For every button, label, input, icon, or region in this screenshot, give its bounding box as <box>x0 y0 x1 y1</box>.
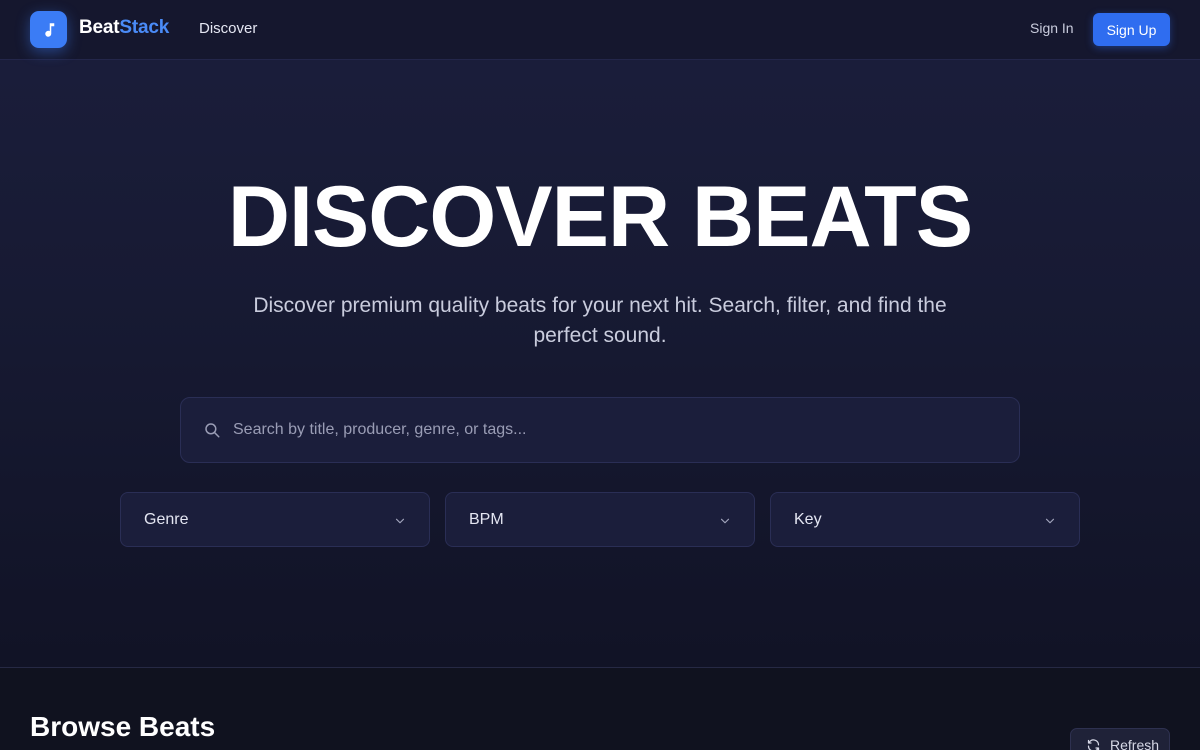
search-icon <box>205 423 220 438</box>
browse-title: Browse Beats <box>30 711 216 742</box>
top-nav: BeatStack Discover Sign In Sign Up <box>0 0 1200 60</box>
refresh-label: Refresh <box>1110 737 1160 750</box>
chevron-down-icon <box>720 518 730 524</box>
sign-up-button[interactable]: Sign Up <box>1093 13 1170 46</box>
search-input[interactable] <box>233 398 993 462</box>
chevron-down-icon <box>395 518 405 524</box>
refresh-button[interactable]: Refresh <box>1070 728 1170 750</box>
music-note-icon <box>44 22 54 37</box>
key-select[interactable]: Key <box>770 492 1080 547</box>
brand-name-part1: Beat <box>79 17 120 38</box>
bpm-select-label: BPM <box>469 511 504 528</box>
key-select-label: Key <box>794 511 822 528</box>
bpm-select[interactable]: BPM <box>445 492 755 547</box>
genre-select-label: Genre <box>144 511 189 528</box>
brand-name-part2: Stack <box>119 17 170 38</box>
chevron-down-icon <box>1045 518 1055 524</box>
refresh-icon <box>1087 739 1100 750</box>
hero-subtitle: Discover premium quality beats for your … <box>253 294 947 347</box>
search-bar[interactable] <box>180 397 1020 463</box>
genre-select[interactable]: Genre <box>120 492 430 547</box>
brand-name[interactable]: BeatStack <box>79 17 169 39</box>
sign-in-link[interactable]: Sign In <box>1030 20 1074 36</box>
nav-link-discover[interactable]: Discover <box>199 20 257 37</box>
hero-title: DISCOVER BEATS <box>227 169 973 265</box>
page: BeatStack Discover Sign In Sign Up DISCO… <box>0 0 1200 750</box>
logo-badge[interactable] <box>30 11 67 48</box>
